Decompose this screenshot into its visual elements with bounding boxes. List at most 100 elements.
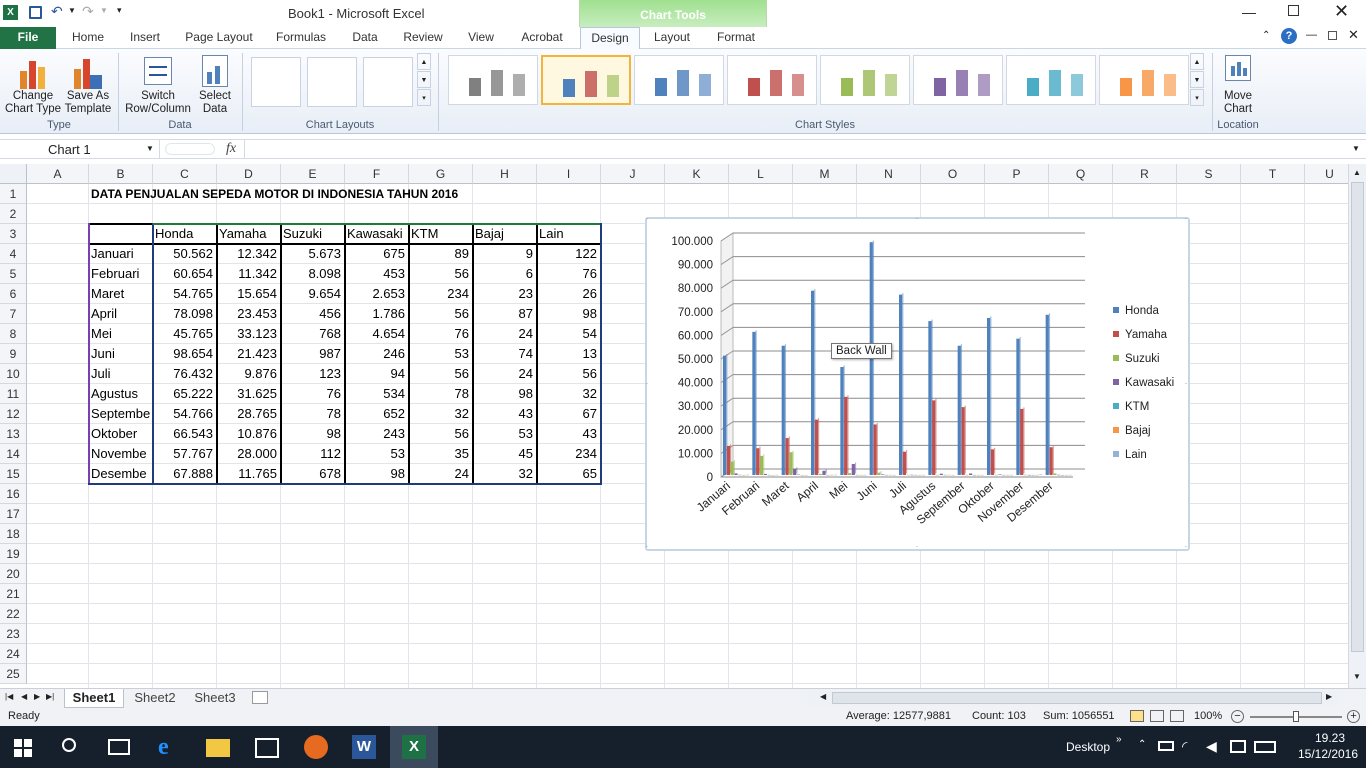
month-cell[interactable]: Mei (91, 324, 155, 344)
value-cell[interactable]: 78 (411, 384, 472, 404)
customize-qat-icon[interactable]: ▾ (117, 5, 122, 16)
column-header-u[interactable]: U (1305, 164, 1348, 184)
chart-bar-bajaj[interactable] (742, 474, 746, 476)
chart-bar-kawasaki[interactable] (881, 474, 885, 475)
row-header-17[interactable]: 17 (0, 504, 27, 524)
chart-bar-ktm[interactable] (1002, 474, 1006, 476)
sheet-title-cell[interactable]: DATA PENJUALAN SEPEDA MOTOR DI INDONESIA… (91, 184, 611, 204)
excel-logo-icon[interactable]: X (3, 5, 18, 20)
chart-bar-ktm[interactable] (738, 474, 742, 476)
column-header-c[interactable]: C (153, 164, 217, 184)
edge-icon[interactable]: e (158, 735, 182, 759)
chart-bar-ktm[interactable] (972, 474, 977, 476)
chart-bar-honda[interactable] (1016, 338, 1020, 475)
value-cell[interactable]: 15.654 (219, 284, 280, 304)
chart-bar-lain[interactable] (863, 474, 867, 476)
value-cell[interactable]: 89 (411, 244, 472, 264)
chart-bar-bajaj[interactable] (1006, 474, 1010, 476)
value-cell[interactable]: 4.654 (347, 324, 408, 344)
chart-resize-handle[interactable]: · (1183, 543, 1189, 551)
chart-bar-suzuki[interactable] (789, 452, 793, 475)
chart-style-1[interactable] (448, 55, 538, 105)
value-cell[interactable]: 456 (283, 304, 344, 324)
layouts-more-icon[interactable]: ▾ (417, 89, 431, 106)
chart-bar-kawasaki[interactable] (969, 473, 973, 475)
sheet-tab-sheet2[interactable]: Sheet2 (128, 689, 182, 708)
chart-bar-lain[interactable] (804, 474, 808, 476)
value-cell[interactable]: 11.765 (219, 464, 280, 484)
restore-button[interactable] (1288, 5, 1299, 16)
value-cell[interactable]: 678 (283, 464, 344, 484)
chart-bar-yamaha[interactable] (902, 451, 906, 475)
chart-bar-lain[interactable] (775, 474, 779, 476)
value-cell[interactable]: 57.767 (155, 444, 216, 464)
notification-icon[interactable] (1230, 740, 1246, 753)
row-header-21[interactable]: 21 (0, 584, 27, 604)
first-sheet-icon[interactable]: |◀ (5, 692, 13, 701)
chart-frame[interactable]: 100.000 90.000 80.000 70.000 60.000 50.000 40.… (644, 215, 1190, 551)
chart-bar-yamaha[interactable] (1049, 447, 1053, 475)
value-cell[interactable]: 9 (475, 244, 536, 264)
value-cell[interactable]: 23.453 (219, 304, 280, 324)
chart-bar-ktm[interactable] (796, 474, 801, 475)
value-cell[interactable]: 53 (347, 444, 408, 464)
chart-bar-ktm[interactable] (826, 474, 830, 476)
row-header-24[interactable]: 24 (0, 644, 27, 664)
save-as-template-button[interactable]: Save As Template (62, 90, 114, 116)
value-cell[interactable]: 60.654 (155, 264, 216, 284)
month-cell[interactable]: Februari (91, 264, 155, 284)
row-header-11[interactable]: 11 (0, 384, 27, 404)
value-cell[interactable]: 234 (411, 284, 472, 304)
layouts-scroll-up-icon[interactable]: ▲ (417, 53, 431, 70)
chart-bar-bajaj[interactable] (918, 474, 922, 476)
value-cell[interactable]: 54 (539, 324, 600, 344)
chart-bar-yamaha[interactable] (726, 445, 730, 475)
value-cell[interactable]: 652 (347, 404, 408, 424)
horizontal-scroll-thumb[interactable] (832, 692, 1322, 704)
column-header-k[interactable]: K (665, 164, 729, 184)
column-header-o[interactable]: O (921, 164, 985, 184)
value-cell[interactable]: 13 (539, 344, 600, 364)
month-cell[interactable]: Juli (91, 364, 155, 384)
row-header-2[interactable]: 2 (0, 204, 27, 224)
chart-bar-bajaj[interactable] (800, 474, 804, 476)
chart-bar-kawasaki[interactable] (851, 464, 855, 475)
table-header-cell[interactable]: Suzuki (283, 224, 344, 244)
value-cell[interactable]: 35 (411, 444, 472, 464)
row-header-25[interactable]: 25 (0, 664, 27, 684)
value-cell[interactable]: 21.423 (219, 344, 280, 364)
firefox-icon[interactable] (304, 735, 328, 759)
chart-bar-ktm[interactable] (943, 474, 947, 476)
row-header-6[interactable]: 6 (0, 284, 27, 304)
row-header-1[interactable]: 1 (0, 184, 27, 204)
worksheet-grid[interactable]: ABCDEFGHIJKLMNOPQRSTU 1 2 3 4 5 6 7 8 9 10 11 12 13 1… (0, 164, 1348, 688)
chart-bar-suzuki[interactable] (1023, 474, 1028, 476)
column-header-n[interactable]: N (857, 164, 921, 184)
row-header-16[interactable]: 16 (0, 484, 27, 504)
column-header-a[interactable]: A (27, 164, 89, 184)
row-header-8[interactable]: 8 (0, 324, 27, 344)
value-cell[interactable]: 12.342 (219, 244, 280, 264)
scroll-right-icon[interactable]: ▶ (1326, 692, 1332, 701)
chart-layout-1[interactable] (251, 57, 301, 107)
chart-bar-yamaha[interactable] (756, 448, 760, 475)
value-cell[interactable]: 45 (475, 444, 536, 464)
page-layout-view-icon[interactable] (1150, 710, 1164, 722)
table-header-cell[interactable]: Honda (155, 224, 216, 244)
chart-bar-suzuki[interactable] (906, 474, 910, 476)
chart-bar-bajaj[interactable] (888, 474, 892, 476)
chart-bar-bajaj[interactable] (976, 474, 980, 476)
month-cell[interactable]: Septembe (91, 404, 155, 424)
clock-date[interactable]: 15/12/2016 (1290, 747, 1366, 761)
chart-resize-handle[interactable]: · (644, 543, 650, 551)
chart-resize-handle[interactable]: · (1183, 215, 1189, 223)
value-cell[interactable]: 26 (539, 284, 600, 304)
column-header-e[interactable]: E (281, 164, 345, 184)
name-box-dropdown-icon[interactable]: ▼ (146, 144, 154, 153)
row-header-13[interactable]: 13 (0, 424, 27, 444)
minimize-button[interactable]: — (1242, 4, 1256, 20)
column-header-g[interactable]: G (409, 164, 473, 184)
excel-taskbar-active[interactable]: X (390, 726, 438, 768)
chart-resize-handle[interactable]: · (914, 543, 920, 551)
zoom-level[interactable]: 100% (1194, 710, 1222, 722)
